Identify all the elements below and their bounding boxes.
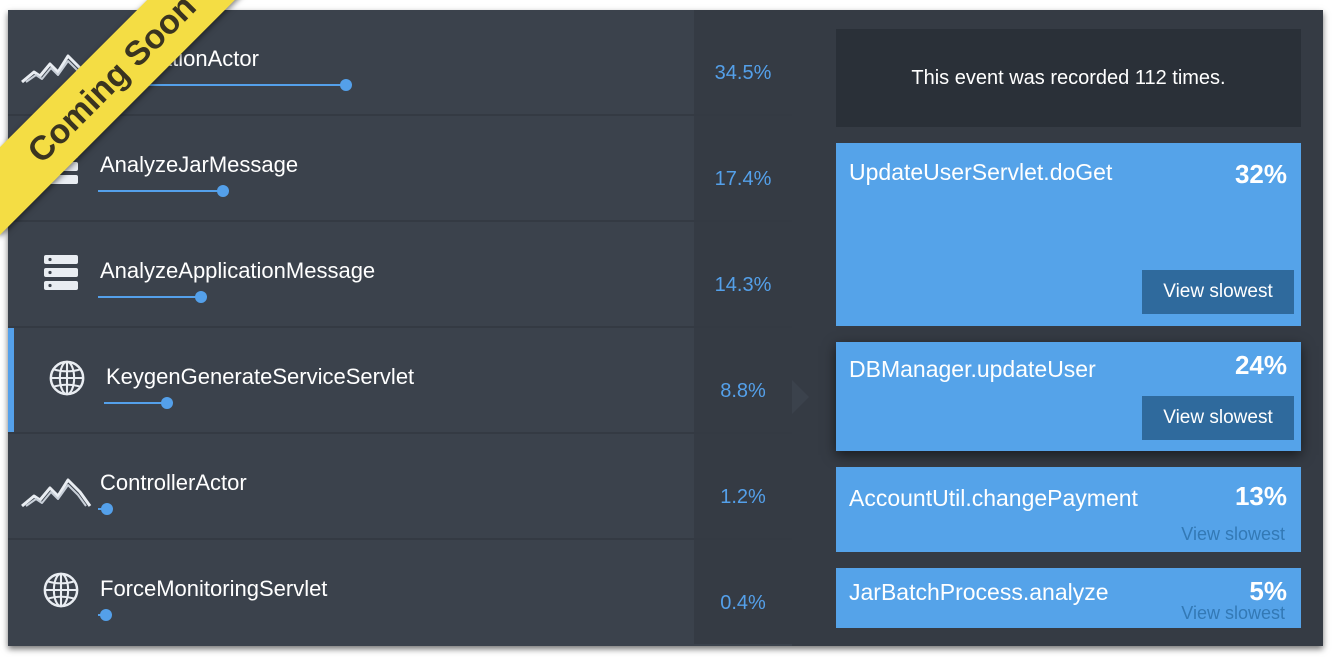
percent-bar — [98, 609, 112, 621]
percent-column: 1.2% — [694, 434, 792, 538]
slowest-card: DBManager.updateUser 24% View slowest — [836, 342, 1301, 451]
row-name: AnalyzeApplicationMessage — [100, 258, 376, 283]
percent-bar — [98, 185, 230, 197]
row-name: ForceMonitoringServlet — [100, 576, 328, 601]
percent-bar-handle — [100, 609, 112, 621]
card-title: AccountUtil.changePayment — [849, 485, 1138, 511]
list-row[interactable]: ForceMonitoringServlet 0.4% — [8, 540, 792, 644]
row-percent: 17.4% — [714, 168, 772, 190]
row-name: ControllerActor — [100, 470, 247, 495]
view-slowest-button[interactable]: View slowest — [1142, 270, 1294, 314]
list-row[interactable]: AnalyzeJarMessage 17.4% — [8, 116, 792, 220]
view-slowest-link[interactable]: View slowest — [1181, 524, 1285, 545]
mountains-icon — [20, 476, 92, 508]
list-row[interactable]: ControllerActor 1.2% — [8, 434, 792, 538]
percent-bar-handle — [161, 397, 174, 409]
percent-bar-handle — [217, 185, 230, 197]
view-slowest-link[interactable]: View slowest — [1181, 603, 1285, 624]
percent-bar-line — [104, 402, 168, 404]
slowest-card: AccountUtil.changePayment 13% View slowest — [836, 467, 1301, 552]
percent-column: 0.4% — [694, 540, 792, 644]
percent-bar-handle — [340, 79, 353, 91]
row-percent: 0.4% — [720, 592, 766, 614]
event-count-box: This event was recorded 112 times. — [836, 29, 1301, 127]
frame: ApplicationActor 34.5% AnalyzeJarMessage 17… — [8, 10, 1323, 646]
row-percent: 8.8% — [720, 380, 766, 402]
card-title: DBManager.updateUser — [849, 356, 1096, 382]
list-row[interactable]: KeygenGenerateServiceServlet 8.8% — [8, 328, 792, 432]
percent-column: 8.8% — [694, 328, 792, 432]
card-percent: 32% — [1234, 159, 1287, 189]
percent-bar-handle — [194, 291, 207, 303]
card-percent: 13% — [1234, 481, 1287, 511]
percent-bar — [98, 503, 113, 515]
card-percent: 24% — [1234, 350, 1287, 380]
percent-column: 34.5% — [694, 10, 792, 114]
percent-bar — [98, 291, 207, 303]
list-row[interactable]: AnalyzeApplicationMessage 14.3% — [8, 222, 792, 326]
globe-icon — [42, 570, 80, 610]
row-name: AnalyzeJarMessage — [100, 152, 299, 177]
percent-bar-line — [98, 190, 224, 192]
row-name: KeygenGenerateServiceServlet — [106, 364, 415, 389]
percent-bar-handle — [100, 503, 113, 515]
row-percent: 34.5% — [714, 62, 772, 84]
card-title: JarBatchProcess.analyze — [849, 579, 1109, 605]
row-percent: 1.2% — [720, 486, 766, 508]
card-title: UpdateUserServlet.doGet — [849, 159, 1113, 185]
percent-column: 14.3% — [694, 222, 792, 326]
slowest-card: UpdateUserServlet.doGet 32% View slowest — [836, 143, 1301, 326]
server-icon — [42, 252, 80, 292]
percent-bar — [104, 397, 174, 409]
percent-bar-line — [98, 296, 201, 298]
percent-column: 17.4% — [694, 116, 792, 220]
slowest-card: JarBatchProcess.analyze 5% View slowest — [836, 568, 1301, 628]
globe-icon — [48, 358, 86, 398]
selection-pointer — [792, 380, 809, 414]
row-percent: 14.3% — [714, 274, 772, 296]
view-slowest-button[interactable]: View slowest — [1142, 396, 1294, 440]
